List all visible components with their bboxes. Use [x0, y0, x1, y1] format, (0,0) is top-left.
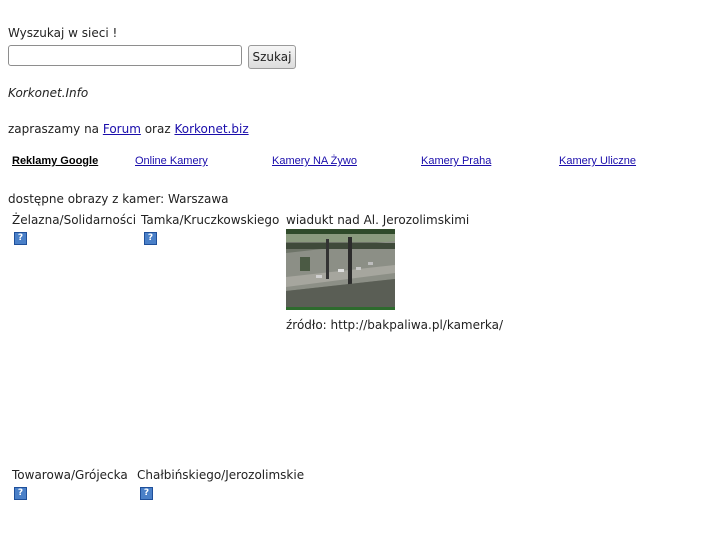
camera-name: Żelazna/Solidarności: [12, 213, 137, 227]
camera-name: Towarowa/Grójecka: [12, 468, 128, 482]
invite-prefix: zapraszamy na: [8, 122, 103, 136]
invite-text: zapraszamy na Forum oraz Korkonet.biz: [8, 122, 249, 136]
site-brand: Korkonet.Info: [8, 86, 89, 100]
broken-image-icon[interactable]: ?: [140, 487, 153, 500]
search-button[interactable]: Szukaj: [248, 45, 296, 69]
korkonet-biz-link[interactable]: Korkonet.biz: [174, 122, 248, 136]
ad-link-online-kamery[interactable]: Online Kamery: [135, 155, 208, 167]
broken-image-icon[interactable]: ?: [14, 232, 27, 245]
ad-link-kamery-uliczne[interactable]: Kamery Uliczne: [559, 155, 636, 167]
camera-name: Tamka/Kruczkowskiego: [141, 213, 280, 227]
cameras-intro: dostępne obrazy z kamer: Warszawa: [8, 192, 229, 206]
camera-name: Chałbińskiego/Jerozolimskie: [137, 468, 305, 482]
ad-link-kamery-na-zywo[interactable]: Kamery NA Żywo: [272, 155, 357, 167]
broken-image-icon[interactable]: ?: [14, 487, 27, 500]
forum-link[interactable]: Forum: [103, 122, 141, 136]
camera-source: źródło: http://bakpaliwa.pl/kamerka/: [286, 318, 504, 332]
ads-by-google-link[interactable]: Reklamy Google: [12, 155, 98, 167]
camera-image[interactable]: [286, 229, 395, 310]
invite-middle: oraz: [140, 122, 175, 136]
traffic-camera-picture: [286, 229, 395, 310]
camera-name: wiadukt nad Al. Jerozolimskimi: [286, 213, 470, 227]
search-input[interactable]: [8, 45, 242, 66]
ad-link-kamery-praha[interactable]: Kamery Praha: [421, 155, 491, 167]
search-label: Wyszukaj w sieci !: [8, 26, 118, 40]
broken-image-icon[interactable]: ?: [144, 232, 157, 245]
